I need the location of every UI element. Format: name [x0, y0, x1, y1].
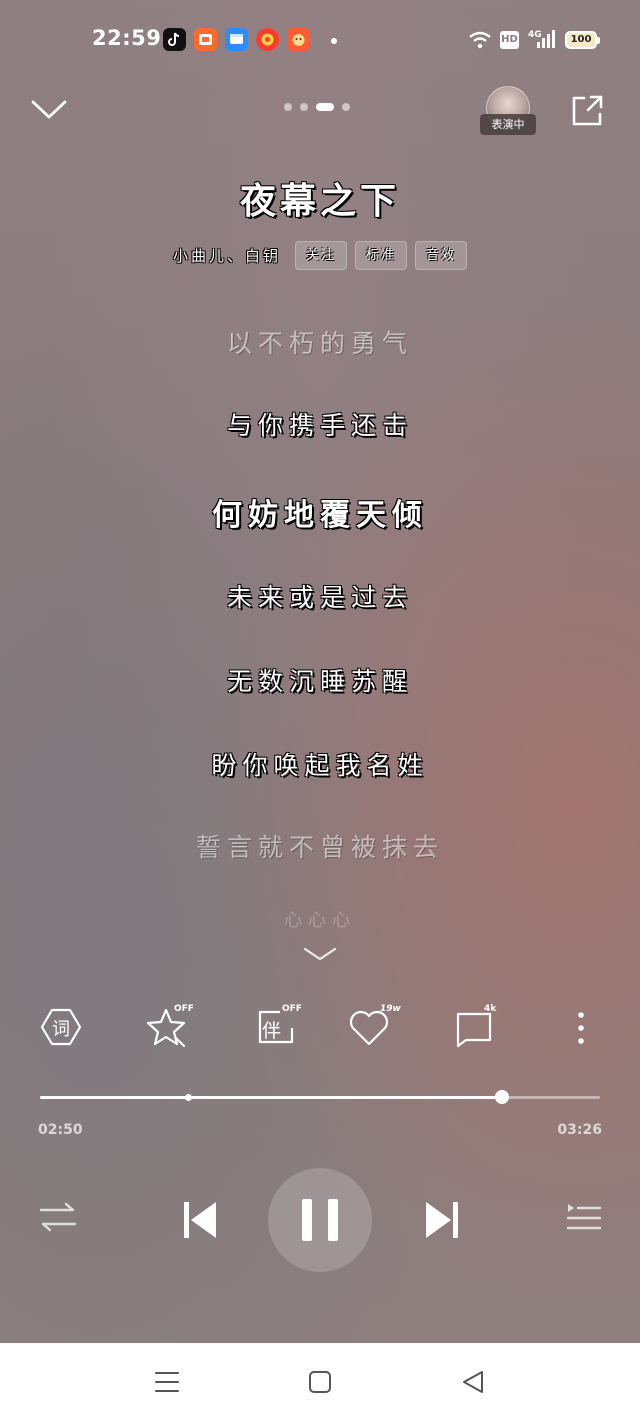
- battery-indicator: 100: [565, 31, 600, 49]
- lyrics-mode-label: 词: [52, 1019, 70, 1040]
- artist-name[interactable]: 小曲儿、白钥: [173, 245, 281, 266]
- like-button[interactable]: 19w: [348, 1004, 401, 1050]
- lyric-line-current: 何妨地覆天倾: [212, 498, 428, 533]
- taobao-icon: [194, 28, 217, 51]
- play-pause-button[interactable]: [268, 1168, 372, 1272]
- expand-lyrics-button[interactable]: [302, 944, 338, 964]
- square-icon: [309, 1371, 331, 1393]
- action-row: 词 OFF 伴 OFF 19w 4k: [0, 1004, 640, 1054]
- chevron-down-icon: [31, 100, 67, 119]
- progress-fill: [40, 1096, 502, 1099]
- lyric-line: 以不朽的勇气: [226, 329, 413, 358]
- favorite-badge: OFF: [174, 1004, 194, 1014]
- accompany-label: 伴: [262, 1020, 282, 1042]
- accompany-badge: OFF: [282, 1004, 302, 1014]
- game-icon: [287, 28, 310, 51]
- avatar-status-label: 表演中: [480, 114, 536, 135]
- quality-button[interactable]: 标准: [355, 240, 408, 270]
- collapse-button[interactable]: [28, 94, 70, 124]
- share-icon: [572, 95, 603, 126]
- back-button[interactable]: [460, 1369, 486, 1399]
- tiktok-icon: [163, 28, 186, 51]
- home-button[interactable]: [307, 1369, 333, 1399]
- page-dot: [300, 103, 308, 111]
- progress-thumb[interactable]: [495, 1090, 509, 1104]
- progress-marker: [184, 1094, 192, 1101]
- progress-bar[interactable]: [40, 1090, 600, 1104]
- repeat-icon: [39, 1202, 77, 1232]
- favorite-button[interactable]: OFF: [146, 1004, 194, 1050]
- pause-icon: [302, 1199, 338, 1241]
- lyric-line: 盼你唤起我名姓: [211, 751, 429, 780]
- accompany-button[interactable]: 伴 OFF: [256, 1004, 302, 1050]
- skip-forward-icon: [426, 1202, 458, 1238]
- total-time: 03:26: [557, 1122, 602, 1138]
- like-count: 19w: [380, 1004, 401, 1014]
- comment-count: 4k: [484, 1004, 497, 1014]
- lyric-line: 与你携手还击: [226, 411, 413, 440]
- lyric-line: 誓言就不曾被抹去: [195, 833, 444, 862]
- menu-icon: [155, 1372, 179, 1392]
- more-button[interactable]: [570, 1004, 592, 1050]
- playlist-icon: [566, 1204, 602, 1230]
- playback-controls: [0, 1168, 640, 1272]
- status-bar: 22:59 HD 4G 100: [0, 22, 640, 58]
- share-button[interactable]: [568, 92, 606, 130]
- hd-badge: HD: [500, 31, 519, 49]
- notification-dot: [331, 38, 337, 44]
- previous-button[interactable]: [178, 1198, 222, 1246]
- message-icon: [225, 28, 248, 51]
- chevron-down-icon: [303, 947, 337, 961]
- lyric-line: 无数沉睡苏醒: [226, 667, 413, 696]
- song-meta-row: 小曲儿、白钥 关注 标准 音效: [0, 240, 640, 270]
- play-mode-button[interactable]: [38, 1198, 78, 1242]
- song-title: 夜幕之下: [239, 180, 400, 222]
- playlist-button[interactable]: [564, 1198, 604, 1242]
- svg-text:4G: 4G: [528, 30, 542, 40]
- recents-button[interactable]: [154, 1369, 180, 1399]
- weibo-icon: [256, 28, 279, 51]
- skip-back-icon: [184, 1202, 216, 1238]
- page-dot: [342, 103, 350, 111]
- follow-button[interactable]: 关注: [294, 240, 347, 270]
- more-vertical-icon: [578, 1012, 584, 1044]
- comment-button[interactable]: 4k: [454, 1004, 500, 1050]
- page-dot-active: [316, 103, 334, 111]
- signal-icon: 4G: [528, 30, 555, 48]
- status-time: 22:59: [92, 26, 162, 50]
- player-screen: 22:59 HD 4G 100 表演中 夜幕之下 小曲儿、白钥 关注 标准 音效…: [0, 0, 640, 1343]
- page-indicator[interactable]: [284, 102, 350, 112]
- current-time: 02:50: [38, 1122, 83, 1138]
- wifi-icon: [469, 31, 491, 49]
- back-triangle-icon: [463, 1371, 483, 1393]
- lyrics-mode-button[interactable]: 词: [40, 1004, 82, 1050]
- lyric-line: 未来或是过去: [226, 583, 413, 612]
- player-header: 表演中: [0, 80, 640, 140]
- page-dot: [284, 103, 292, 111]
- lyric-line: 心心心: [284, 910, 356, 931]
- sound-effect-button[interactable]: 音效: [415, 240, 468, 270]
- next-button[interactable]: [420, 1198, 464, 1246]
- system-navigation-bar: [0, 1343, 640, 1422]
